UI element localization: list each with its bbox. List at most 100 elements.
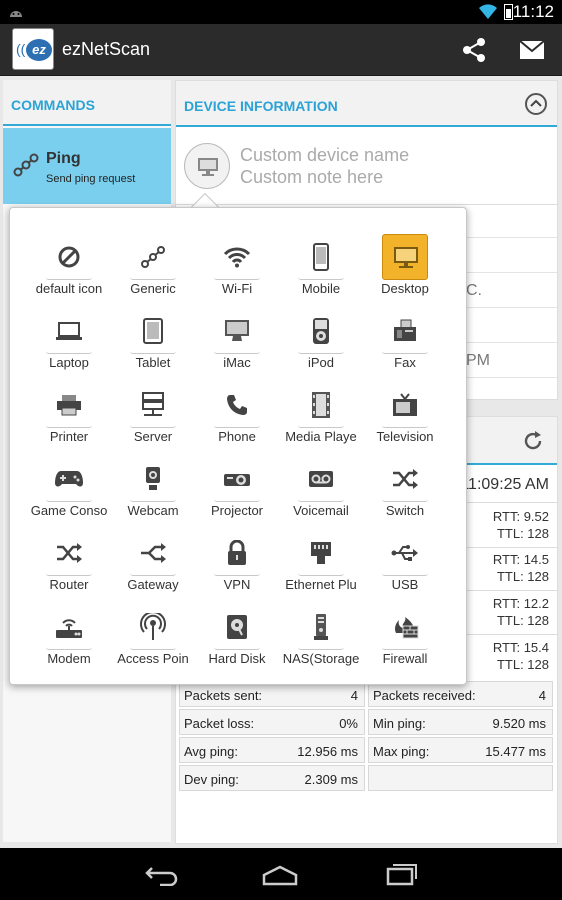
- device-card: Custom device name Custom note here: [176, 129, 557, 205]
- access-point-icon: [130, 604, 176, 650]
- icon-button[interactable]: [298, 234, 344, 280]
- icon-button[interactable]: [298, 456, 344, 502]
- icon-option-mobile[interactable]: Mobile: [279, 222, 363, 296]
- desktop-icon: [383, 235, 429, 281]
- icon-option-label: Media Playe: [285, 429, 357, 444]
- gateway-icon: [130, 530, 176, 576]
- projector-icon: [214, 456, 260, 502]
- icon-option-label: Phone: [218, 429, 256, 444]
- icon-option-voicemail[interactable]: Voicemail: [279, 444, 363, 518]
- icon-option-switch[interactable]: Switch: [363, 444, 447, 518]
- icon-option-television[interactable]: Television: [363, 370, 447, 444]
- stat-dev-ping: Dev ping: 2.309 ms: [179, 765, 365, 791]
- icon-button[interactable]: [298, 530, 344, 576]
- icon-option-fax[interactable]: Fax: [363, 296, 447, 370]
- icon-option-media-playe[interactable]: Media Playe: [279, 370, 363, 444]
- app-title: ezNetScan: [62, 39, 151, 59]
- icon-option-ethernet-plu[interactable]: Ethernet Plu: [279, 518, 363, 592]
- icon-button[interactable]: [214, 308, 260, 354]
- icon-button[interactable]: [214, 456, 260, 502]
- icon-option-desktop[interactable]: Desktop: [363, 222, 447, 296]
- stat-avg-ping: Avg ping: 12.956 ms: [179, 737, 365, 763]
- timestamp: 11:09:25 AM: [460, 476, 549, 493]
- device-icon-button[interactable]: [184, 143, 230, 189]
- app-logo[interactable]: (( ez: [12, 28, 54, 70]
- icon-option-generic[interactable]: Generic: [111, 222, 195, 296]
- icon-option-phone[interactable]: Phone: [195, 370, 279, 444]
- icon-button[interactable]: [214, 604, 260, 650]
- icon-option-usb[interactable]: USB: [363, 518, 447, 592]
- icon-button[interactable]: [46, 604, 92, 650]
- icon-button[interactable]: [214, 234, 260, 280]
- icon-option-laptop[interactable]: Laptop: [27, 296, 111, 370]
- icon-option-modem[interactable]: Modem: [27, 592, 111, 666]
- ttl-value: TTL: 128: [496, 613, 549, 628]
- icon-button[interactable]: [382, 234, 428, 280]
- battery-icon: [504, 4, 513, 20]
- icon-button[interactable]: [382, 604, 428, 650]
- icon-button[interactable]: [382, 382, 428, 428]
- icon-button[interactable]: [46, 382, 92, 428]
- icon-option-wi-fi[interactable]: Wi-Fi: [195, 222, 279, 296]
- icon-option-imac[interactable]: iMac: [195, 296, 279, 370]
- router-icon: [46, 530, 92, 576]
- icon-option-hard-disk[interactable]: Hard Disk: [195, 592, 279, 666]
- icon-button[interactable]: [46, 308, 92, 354]
- icon-button[interactable]: [382, 456, 428, 502]
- icon-option-default-icon[interactable]: default icon: [27, 222, 111, 296]
- icon-button[interactable]: [46, 456, 92, 502]
- icon-button[interactable]: [130, 530, 176, 576]
- icon-option-label: Router: [49, 577, 89, 592]
- custom-device-name[interactable]: Custom device name: [240, 145, 409, 166]
- collapse-button[interactable]: [525, 93, 547, 115]
- icon-option-tablet[interactable]: Tablet: [111, 296, 195, 370]
- icon-option-gateway[interactable]: Gateway: [111, 518, 195, 592]
- icon-option-label: iMac: [223, 355, 251, 370]
- ping-reply: RTT: 15.4 TTL: 128: [469, 640, 549, 680]
- stat-value: 9.520 ms: [492, 716, 546, 731]
- icon-option-nas-storage[interactable]: NAS(Storage: [279, 592, 363, 666]
- back-icon[interactable]: [144, 864, 178, 886]
- icon-option-firewall[interactable]: Firewall: [363, 592, 447, 666]
- icon-button[interactable]: [130, 308, 176, 354]
- icon-button[interactable]: [214, 530, 260, 576]
- icon-option-projector[interactable]: Projector: [195, 444, 279, 518]
- icon-option-label: Hard Disk: [208, 651, 266, 666]
- stat-label: Max ping:: [373, 744, 430, 759]
- icon-button[interactable]: [130, 382, 176, 428]
- mail-icon[interactable]: [518, 38, 546, 62]
- share-icon[interactable]: [460, 36, 488, 64]
- icon-button[interactable]: [46, 530, 92, 576]
- icon-button[interactable]: [130, 456, 176, 502]
- icon-option-label: Ethernet Plu: [285, 577, 357, 592]
- wifi-signal-icon: [479, 4, 497, 20]
- icon-button[interactable]: [298, 604, 344, 650]
- commands-header: COMMANDS: [3, 80, 171, 126]
- icon-button[interactable]: [130, 234, 176, 280]
- icon-button[interactable]: [130, 604, 176, 650]
- icon-option-server[interactable]: Server: [111, 370, 195, 444]
- icon-button[interactable]: [298, 382, 344, 428]
- icon-option-access-poin[interactable]: Access Poin: [111, 592, 195, 666]
- icon-option-router[interactable]: Router: [27, 518, 111, 592]
- ping-reply: RTT: 14.5 TTL: 128: [469, 552, 549, 592]
- icon-option-vpn[interactable]: VPN: [195, 518, 279, 592]
- recent-apps-icon[interactable]: [386, 862, 418, 886]
- home-icon[interactable]: [262, 864, 298, 886]
- icon-option-printer[interactable]: Printer: [27, 370, 111, 444]
- icon-option-webcam[interactable]: Webcam: [111, 444, 195, 518]
- icon-option-label: Mobile: [301, 281, 341, 296]
- command-ping[interactable]: Ping Send ping request: [3, 128, 171, 204]
- icon-button[interactable]: [382, 308, 428, 354]
- icon-button[interactable]: [382, 530, 428, 576]
- rtt-value: RTT: 9.52: [492, 509, 549, 524]
- device-info-header: DEVICE INFORMATION: [176, 81, 557, 127]
- refresh-icon[interactable]: [521, 429, 545, 453]
- icon-button[interactable]: [214, 382, 260, 428]
- icon-button[interactable]: [298, 308, 344, 354]
- icon-option-ipod[interactable]: iPod: [279, 296, 363, 370]
- custom-note[interactable]: Custom note here: [240, 167, 383, 188]
- stat-min-ping: Min ping: 9.520 ms: [368, 709, 553, 735]
- icon-option-game-conso[interactable]: Game Conso: [27, 444, 111, 518]
- icon-button[interactable]: [46, 234, 92, 280]
